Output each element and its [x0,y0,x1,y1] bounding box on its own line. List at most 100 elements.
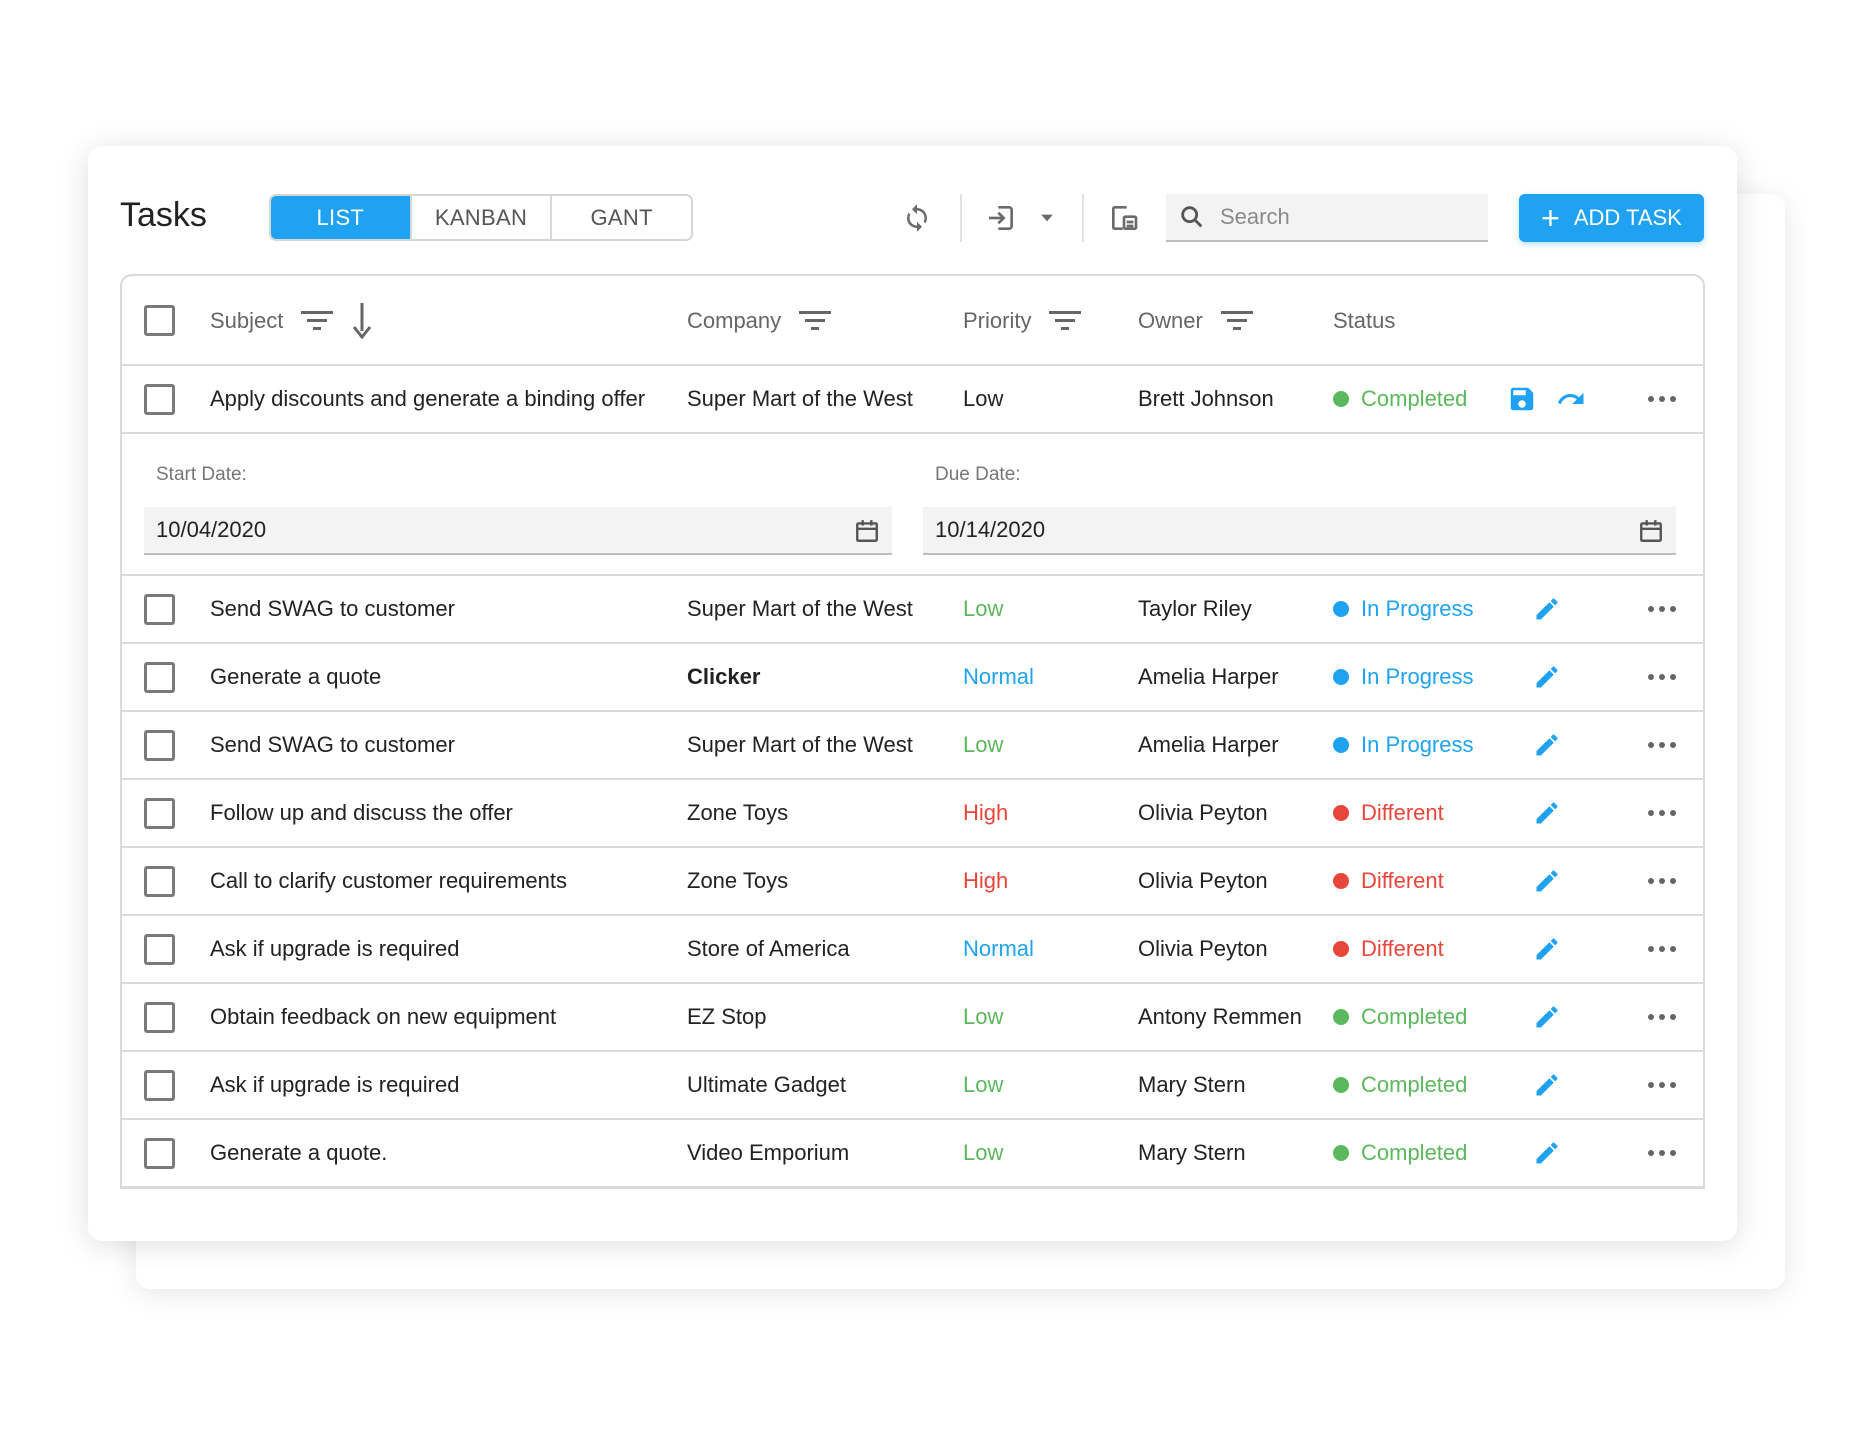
table-row-editing[interactable]: Apply discounts and generate a binding o… [122,366,1703,434]
export-dropdown-button[interactable] [1027,198,1067,238]
due-date-value: 10/14/2020 [935,517,1046,542]
row-more-button[interactable] [1642,366,1682,432]
tasks-panel: Tasks LIST KANBAN GANT + ADD TASK Subjec… [88,146,1737,1241]
pencil-icon [1536,598,1558,620]
task-owner: Taylor Riley [1138,596,1252,621]
edit-button[interactable] [1527,1052,1567,1118]
status-label: Different [1361,936,1444,961]
edit-button[interactable] [1527,712,1567,778]
row-more-button[interactable] [1642,1120,1682,1186]
filter-icon[interactable] [1220,308,1253,334]
status-label: Different [1361,800,1444,825]
table-row[interactable]: Generate a quote Clicker Normal Amelia Harp… [122,644,1703,712]
table-row[interactable]: Call to clarify customer requirements Zon… [122,848,1703,916]
task-priority: Low [963,1004,1004,1029]
refresh-button[interactable] [897,198,937,238]
edit-button[interactable] [1527,916,1567,982]
table-row[interactable]: Generate a quote. Video Emporium Low Mary S… [122,1120,1703,1187]
edit-button[interactable] [1527,848,1567,914]
page-title: Tasks [120,196,207,234]
tab-list[interactable]: LIST [271,196,412,239]
add-task-label: ADD TASK [1573,205,1682,230]
edit-form: Start Date: 10/04/2020 Due Date: 10/14/2… [122,434,1703,576]
tab-kanban[interactable]: KANBAN [412,196,553,239]
select-all-checkbox[interactable] [144,305,175,336]
pencil-icon [1536,802,1558,824]
status-badge: Different [1333,916,1444,982]
status-dot [1333,1145,1349,1161]
sort-descending-icon[interactable] [353,303,372,339]
pencil-icon [1536,1142,1558,1164]
start-date-field[interactable]: 10/04/2020 [144,507,892,555]
column-chooser-button[interactable] [1104,198,1144,238]
search-icon [1181,206,1203,228]
row-checkbox[interactable] [144,934,175,965]
task-company: Super Mart of the West [687,596,913,621]
task-owner: Brett Johnson [1138,386,1274,411]
status-dot [1333,1077,1349,1093]
edit-button[interactable] [1527,576,1567,642]
task-company: Ultimate Gadget [687,1072,846,1097]
edit-button[interactable] [1527,644,1567,710]
filter-icon[interactable] [301,308,334,334]
due-date-field[interactable]: 10/14/2020 [923,507,1676,555]
status-badge: In Progress [1333,644,1474,710]
task-subject: Call to clarify customer requirements [210,868,568,893]
row-checkbox[interactable] [144,662,175,693]
edit-button[interactable] [1527,984,1567,1050]
edit-button[interactable] [1527,1120,1567,1186]
row-more-button[interactable] [1642,780,1682,846]
row-more-button[interactable] [1642,916,1682,982]
row-checkbox[interactable] [144,594,175,625]
task-priority: Normal [963,664,1034,689]
row-more-button[interactable] [1642,712,1682,778]
table-row[interactable]: Obtain feedback on new equipment EZ Stop L… [122,984,1703,1052]
header-company[interactable]: Company [687,276,832,366]
add-task-button[interactable]: + ADD TASK [1519,194,1704,242]
pencil-icon [1536,666,1558,688]
header-priority[interactable]: Priority [963,276,1082,366]
header-owner[interactable]: Owner [1138,276,1253,366]
task-subject: Ask if upgrade is required [210,936,460,961]
task-subject: Send SWAG to customer [210,596,455,621]
row-checkbox[interactable] [144,1138,175,1169]
cancel-button[interactable] [1551,366,1591,432]
task-subject: Ask if upgrade is required [210,1072,460,1097]
row-checkbox[interactable] [144,730,175,761]
table-row[interactable]: Follow up and discuss the offer Zone Toys… [122,780,1703,848]
due-date-label: Due Date: [935,464,1021,485]
search-input[interactable] [1220,204,1470,230]
row-more-button[interactable] [1642,576,1682,642]
save-button[interactable] [1502,366,1542,432]
status-dot [1333,737,1349,753]
header-status[interactable]: Status [1333,276,1395,366]
row-more-button[interactable] [1642,644,1682,710]
row-more-button[interactable] [1642,848,1682,914]
row-checkbox[interactable] [144,866,175,897]
filter-icon[interactable] [1049,308,1082,334]
calendar-icon[interactable] [1638,518,1664,544]
header-company-label: Company [687,308,782,333]
row-checkbox[interactable] [144,798,175,829]
calendar-icon[interactable] [854,518,880,544]
row-more-button[interactable] [1642,1052,1682,1118]
tab-gant[interactable]: GANT [552,196,691,239]
search-field[interactable] [1166,194,1488,242]
row-more-button[interactable] [1642,984,1682,1050]
table-row[interactable]: Send SWAG to customer Super Mart of the W… [122,576,1703,644]
header-subject[interactable]: Subject [210,276,372,366]
redo-icon [1557,392,1584,404]
edit-button[interactable] [1527,780,1567,846]
status-badge: Completed [1333,1120,1467,1186]
filter-icon[interactable] [799,308,832,334]
table-row[interactable]: Ask if upgrade is required Ultimate Gadge… [122,1052,1703,1120]
row-checkbox[interactable] [144,384,175,415]
table-row[interactable]: Send SWAG to customer Super Mart of the W… [122,712,1703,780]
table-row[interactable]: Ask if upgrade is required Store of Ameri… [122,916,1703,984]
more-horizontal-icon [1648,396,1676,402]
export-button[interactable] [981,198,1021,238]
row-checkbox[interactable] [144,1070,175,1101]
toolbar-divider [960,194,962,242]
status-label: In Progress [1361,732,1474,757]
row-checkbox[interactable] [144,1002,175,1033]
